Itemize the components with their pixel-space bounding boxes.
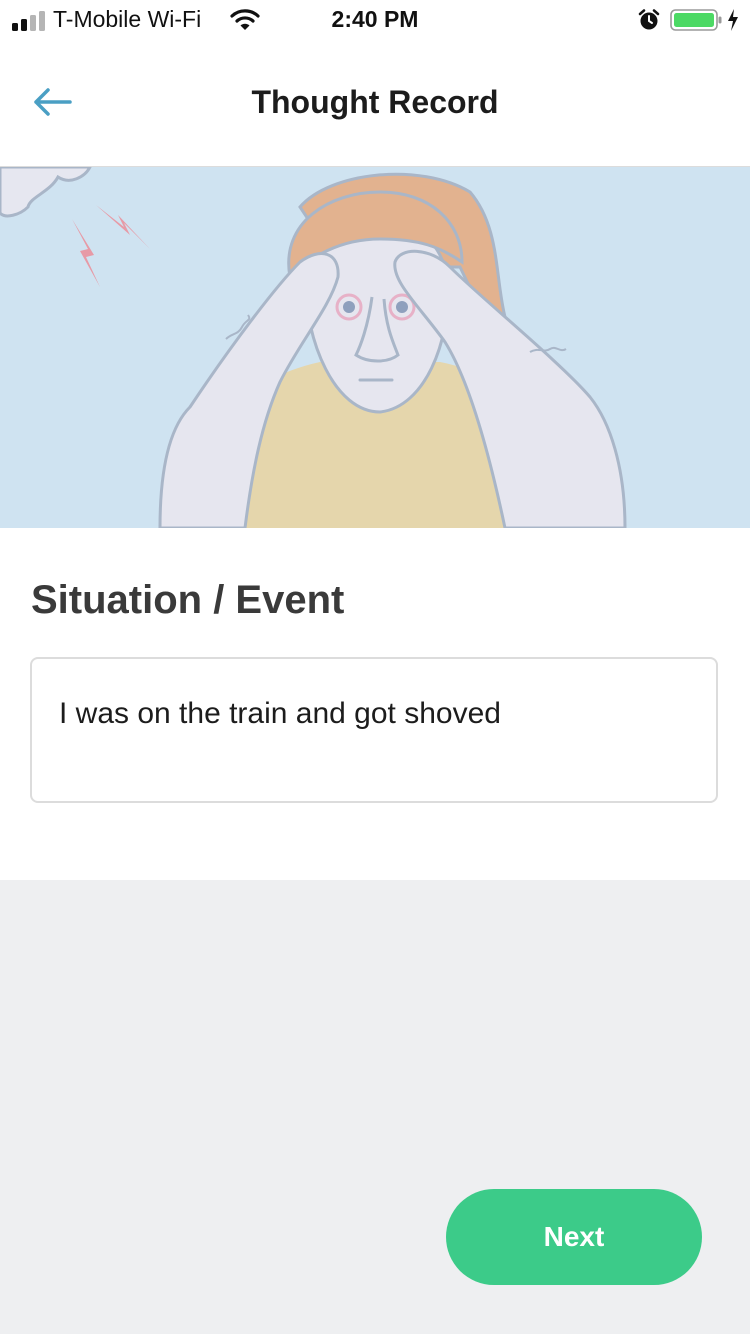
- status-bar: T-Mobile Wi-Fi 2:40 PM: [0, 0, 750, 40]
- stressed-person-illustration: [0, 167, 627, 528]
- situation-input[interactable]: I was on the train and got shoved: [30, 657, 718, 803]
- hero-illustration: [0, 167, 750, 528]
- next-button[interactable]: Next: [446, 1189, 702, 1285]
- situation-label: Situation / Event: [31, 578, 345, 622]
- nav-bar: Thought Record: [0, 40, 750, 167]
- form-section: Situation / Event I was on the train and…: [0, 528, 750, 880]
- alarm-clock-icon: [638, 9, 660, 30]
- page-title: Thought Record: [251, 84, 499, 120]
- charging-bolt-icon: [728, 9, 738, 31]
- battery-charging-icon: [670, 9, 722, 31]
- footer-area: Next: [0, 880, 750, 1334]
- situation-input-value: I was on the train and got shoved: [59, 697, 501, 730]
